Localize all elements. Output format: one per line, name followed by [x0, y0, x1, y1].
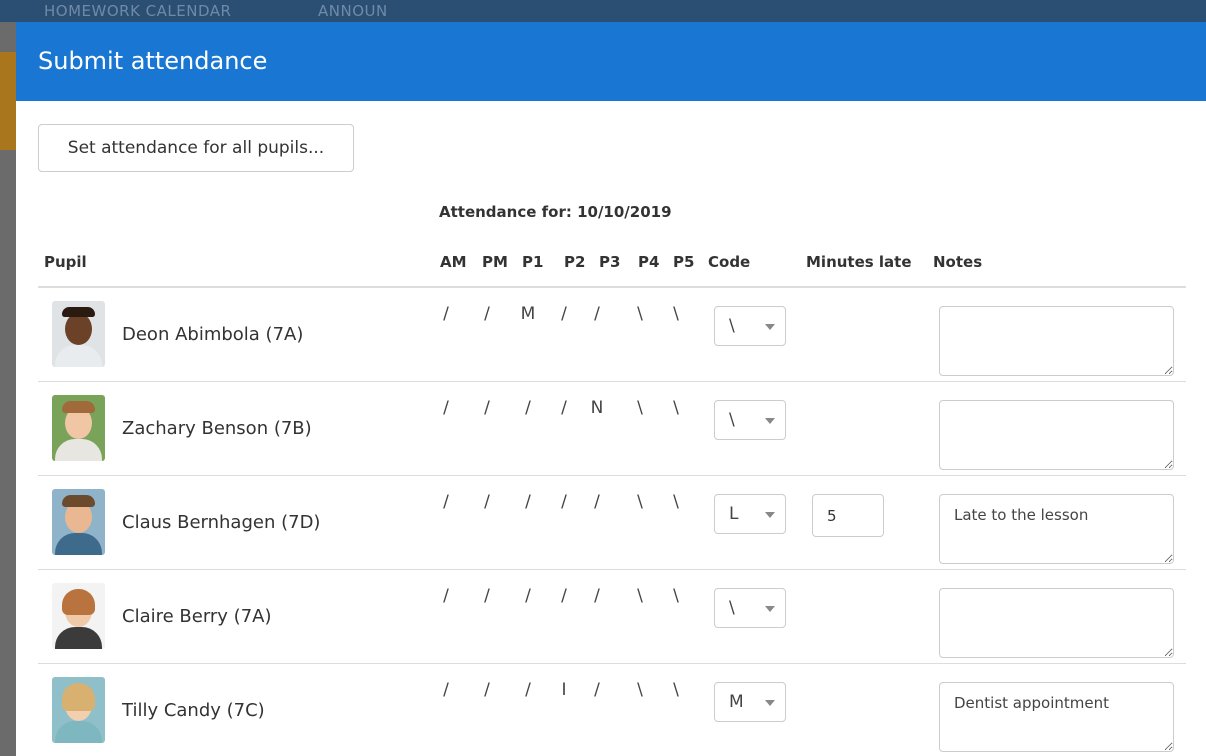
notes-field[interactable]: Late to the lesson [939, 494, 1174, 564]
pupil-name: Deon Abimbola (7A) [122, 324, 304, 345]
notes-field[interactable]: Dentist appointment [939, 682, 1174, 752]
chevron-down-icon [765, 606, 775, 612]
code-select[interactable]: \ [714, 400, 786, 440]
mark-pm: / [484, 680, 490, 700]
chevron-down-icon [765, 418, 775, 424]
mark-p3: / [594, 680, 600, 700]
mark-p2: / [561, 492, 567, 512]
notes-field[interactable] [939, 400, 1174, 470]
pupil-name: Claire Berry (7A) [122, 606, 272, 627]
mark-p1: / [525, 680, 531, 700]
mark-p3: / [594, 304, 600, 324]
mark-pm: / [484, 398, 490, 418]
mark-pm: / [484, 586, 490, 606]
code-value: \ [729, 410, 735, 430]
pupil-name: Zachary Benson (7B) [122, 418, 312, 439]
set-attendance-all-button[interactable]: Set attendance for all pupils... [38, 124, 354, 172]
mark-p3: / [594, 492, 600, 512]
minutes-late-input[interactable] [812, 494, 884, 537]
mark-p4: \ [637, 492, 643, 512]
mark-p5: \ [673, 492, 679, 512]
mark-p4: \ [637, 586, 643, 606]
mark-p4: \ [637, 680, 643, 700]
modal-title: Submit attendance [16, 22, 1206, 101]
col-header-minutes-late: Minutes late [806, 253, 912, 271]
col-header-p1: P1 [522, 253, 544, 271]
mark-p2: / [561, 304, 567, 324]
pupil-row: Tilly Candy (7C) / / / I / \ \ M Dentist… [38, 664, 1186, 756]
code-select[interactable]: L [714, 494, 786, 534]
pupil-row: Deon Abimbola (7A) / / M / / \ \ \ [38, 288, 1186, 382]
background-sidebar [0, 22, 16, 756]
col-header-p4: P4 [638, 253, 660, 271]
code-value: \ [729, 598, 735, 618]
background-nav: HOMEWORK CALENDAR ANNOUN [0, 0, 1206, 22]
col-header-p3: P3 [599, 253, 621, 271]
notes-field[interactable] [939, 588, 1174, 658]
chevron-down-icon [765, 324, 775, 330]
code-select[interactable]: \ [714, 306, 786, 346]
col-header-am: AM [440, 253, 467, 271]
pupil-avatar [52, 583, 105, 649]
col-header-p2: P2 [564, 253, 586, 271]
col-header-p5: P5 [673, 253, 695, 271]
col-header-code: Code [708, 253, 751, 271]
mark-am: / [443, 586, 449, 606]
mark-am: / [443, 398, 449, 418]
mark-p3: / [594, 586, 600, 606]
pupil-row: Claus Bernhagen (7D) / / / / / \ \ L Lat… [38, 476, 1186, 570]
mark-p4: \ [637, 304, 643, 324]
nav-item-announcements[interactable]: ANNOUN [318, 2, 388, 20]
mark-p5: \ [673, 398, 679, 418]
mark-am: / [443, 492, 449, 512]
pupil-avatar [52, 395, 105, 461]
col-header-pm: PM [482, 253, 508, 271]
mark-am: / [443, 680, 449, 700]
pupil-row: Claire Berry (7A) / / / / / \ \ \ [38, 570, 1186, 664]
pupil-avatar [52, 677, 105, 743]
chevron-down-icon [765, 512, 775, 518]
code-value: L [729, 504, 739, 524]
submit-attendance-modal: Submit attendance Set attendance for all… [16, 22, 1206, 756]
mark-pm: / [484, 492, 490, 512]
mark-p1: / [525, 492, 531, 512]
col-header-notes: Notes [933, 253, 983, 271]
mark-p1: M [520, 304, 536, 324]
mark-p2: / [561, 398, 567, 418]
col-header-pupil: Pupil [44, 253, 87, 271]
chevron-down-icon [765, 700, 775, 706]
pupil-name: Claus Bernhagen (7D) [122, 512, 321, 533]
pupil-row: Zachary Benson (7B) / / / / N \ \ \ [38, 382, 1186, 476]
mark-p1: / [525, 398, 531, 418]
code-value: \ [729, 316, 735, 336]
mark-p5: \ [673, 304, 679, 324]
mark-am: / [443, 304, 449, 324]
mark-p5: \ [673, 586, 679, 606]
nav-item-homework-calendar[interactable]: HOMEWORK CALENDAR [44, 2, 231, 20]
attendance-date: Attendance for: 10/10/2019 [439, 203, 672, 221]
mark-p2: I [561, 680, 567, 700]
mark-p1: / [525, 586, 531, 606]
mark-p3: N [590, 398, 604, 418]
code-value: M [729, 692, 744, 712]
mark-p5: \ [673, 680, 679, 700]
notes-field[interactable] [939, 306, 1174, 376]
mark-p4: \ [637, 398, 643, 418]
mark-p2: / [561, 586, 567, 606]
code-select[interactable]: M [714, 682, 786, 722]
code-select[interactable]: \ [714, 588, 786, 628]
pupil-avatar [52, 489, 105, 555]
mark-pm: / [484, 304, 490, 324]
pupil-avatar [52, 301, 105, 367]
pupil-name: Tilly Candy (7C) [122, 700, 265, 721]
